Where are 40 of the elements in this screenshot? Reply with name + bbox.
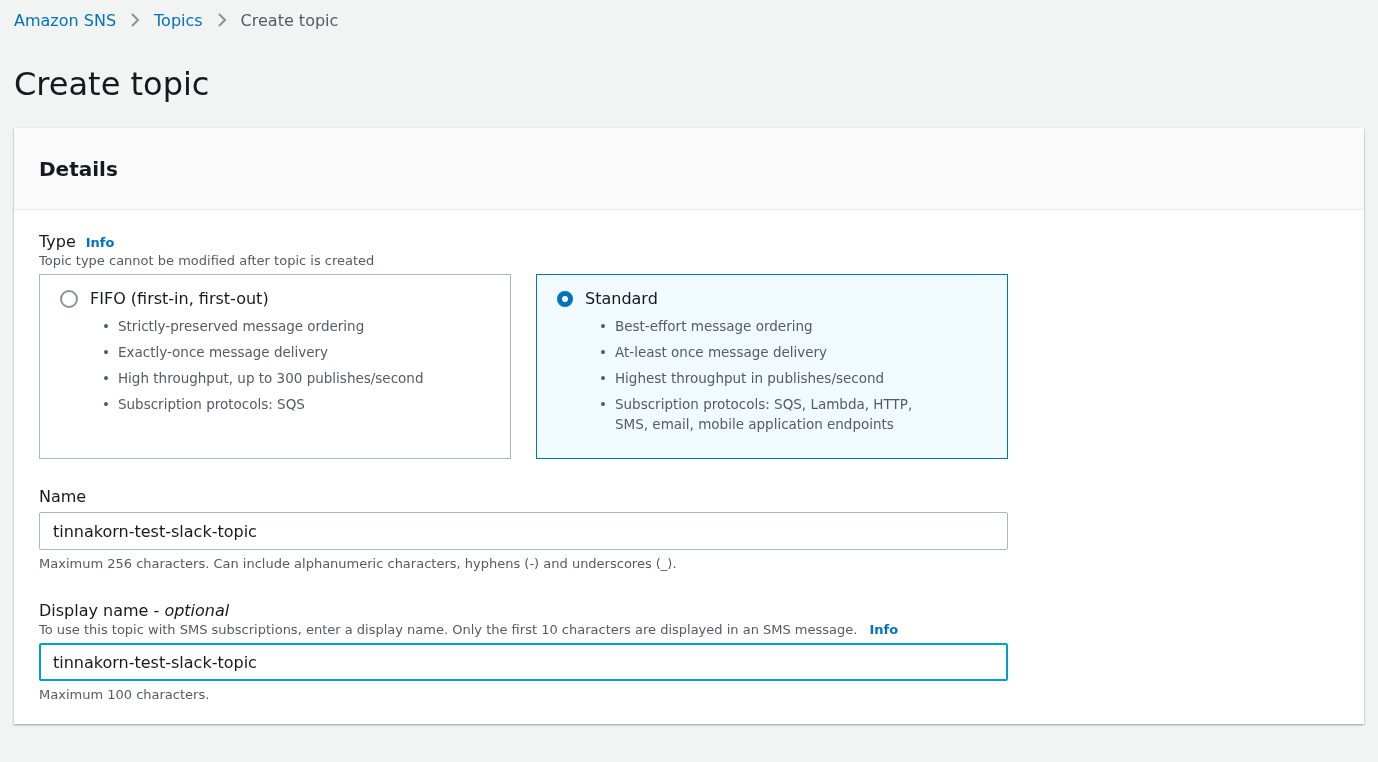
text-input-field[interactable]: tinnakorn-test-slack-topic bbox=[39, 643, 1008, 681]
list-bullet: • bbox=[102, 395, 110, 414]
feature-item: Subscription protocols: SQS bbox=[117, 395, 305, 414]
info-link[interactable]: Info bbox=[869, 622, 899, 637]
breadcrumb-link[interactable]: Topics bbox=[154, 10, 203, 30]
chevron-right-icon bbox=[130, 12, 141, 28]
panel-title: Details bbox=[39, 156, 118, 181]
field-hint: Maximum 100 characters. bbox=[39, 687, 211, 702]
list-bullet: • bbox=[102, 317, 110, 336]
field-label: Display name - optional bbox=[39, 601, 230, 620]
field-label: Name bbox=[39, 487, 87, 506]
list-bullet: • bbox=[599, 343, 607, 362]
info-link[interactable]: Info bbox=[85, 235, 115, 250]
feature-item: Highest throughput in publishes/second bbox=[614, 369, 885, 388]
field-hint: Maximum 256 characters. Can include alphanumeric characters, hyphens (-) and underscores (_). bbox=[39, 556, 678, 571]
feature-item: Exactly-once message delivery bbox=[117, 343, 329, 362]
list-bullet: • bbox=[102, 369, 110, 388]
list-bullet: • bbox=[599, 369, 607, 388]
option-label: Standard bbox=[585, 289, 658, 308]
type-option-tile[interactable]: FIFO (first-in, first-out) • Strictly-preserved message ordering • Exactly-once message delivery • High throughput, up to 300 publishes/second • Subscription protocols: SQS bbox=[39, 274, 511, 459]
list-bullet: • bbox=[102, 343, 110, 362]
field-description: To use this topic with SMS subscriptions, enter a display name. Only the first 10 characters are displayed in an SMS message. bbox=[39, 622, 858, 637]
chevron-right-icon bbox=[216, 12, 227, 28]
page-title: Create topic bbox=[14, 64, 211, 104]
option-label: FIFO (first-in, first-out) bbox=[90, 289, 269, 308]
radio-button[interactable] bbox=[557, 290, 573, 307]
breadcrumb-link[interactable]: Amazon SNS bbox=[14, 10, 117, 30]
list-bullet: • bbox=[599, 317, 607, 336]
field-description: Topic type cannot be modified after topic is created bbox=[39, 253, 376, 268]
type-option-tile[interactable]: Standard • Best-effort message ordering • At-least once message delivery • Highest throughput in publishes/second • Subscription protocols: SQS, Lambda, HTTP, SMS, email, mobile application endpoints bbox=[536, 274, 1008, 459]
feature-item: At-least once message delivery bbox=[614, 343, 828, 362]
breadcrumb-current: Create topic bbox=[240, 10, 339, 30]
field-label: Type bbox=[39, 232, 76, 251]
list-bullet: • bbox=[599, 395, 607, 414]
feature-item: High throughput, up to 300 publishes/second bbox=[117, 369, 424, 388]
radio-button[interactable] bbox=[60, 289, 78, 308]
feature-item: Strictly-preserved message ordering bbox=[117, 317, 365, 336]
feature-item: Subscription protocols: SQS, Lambda, HTTP, SMS, email, mobile application endpoints bbox=[614, 395, 914, 434]
feature-item: Best-effort message ordering bbox=[614, 317, 813, 336]
text-input-field[interactable]: tinnakorn-test-slack-topic bbox=[39, 512, 1008, 550]
